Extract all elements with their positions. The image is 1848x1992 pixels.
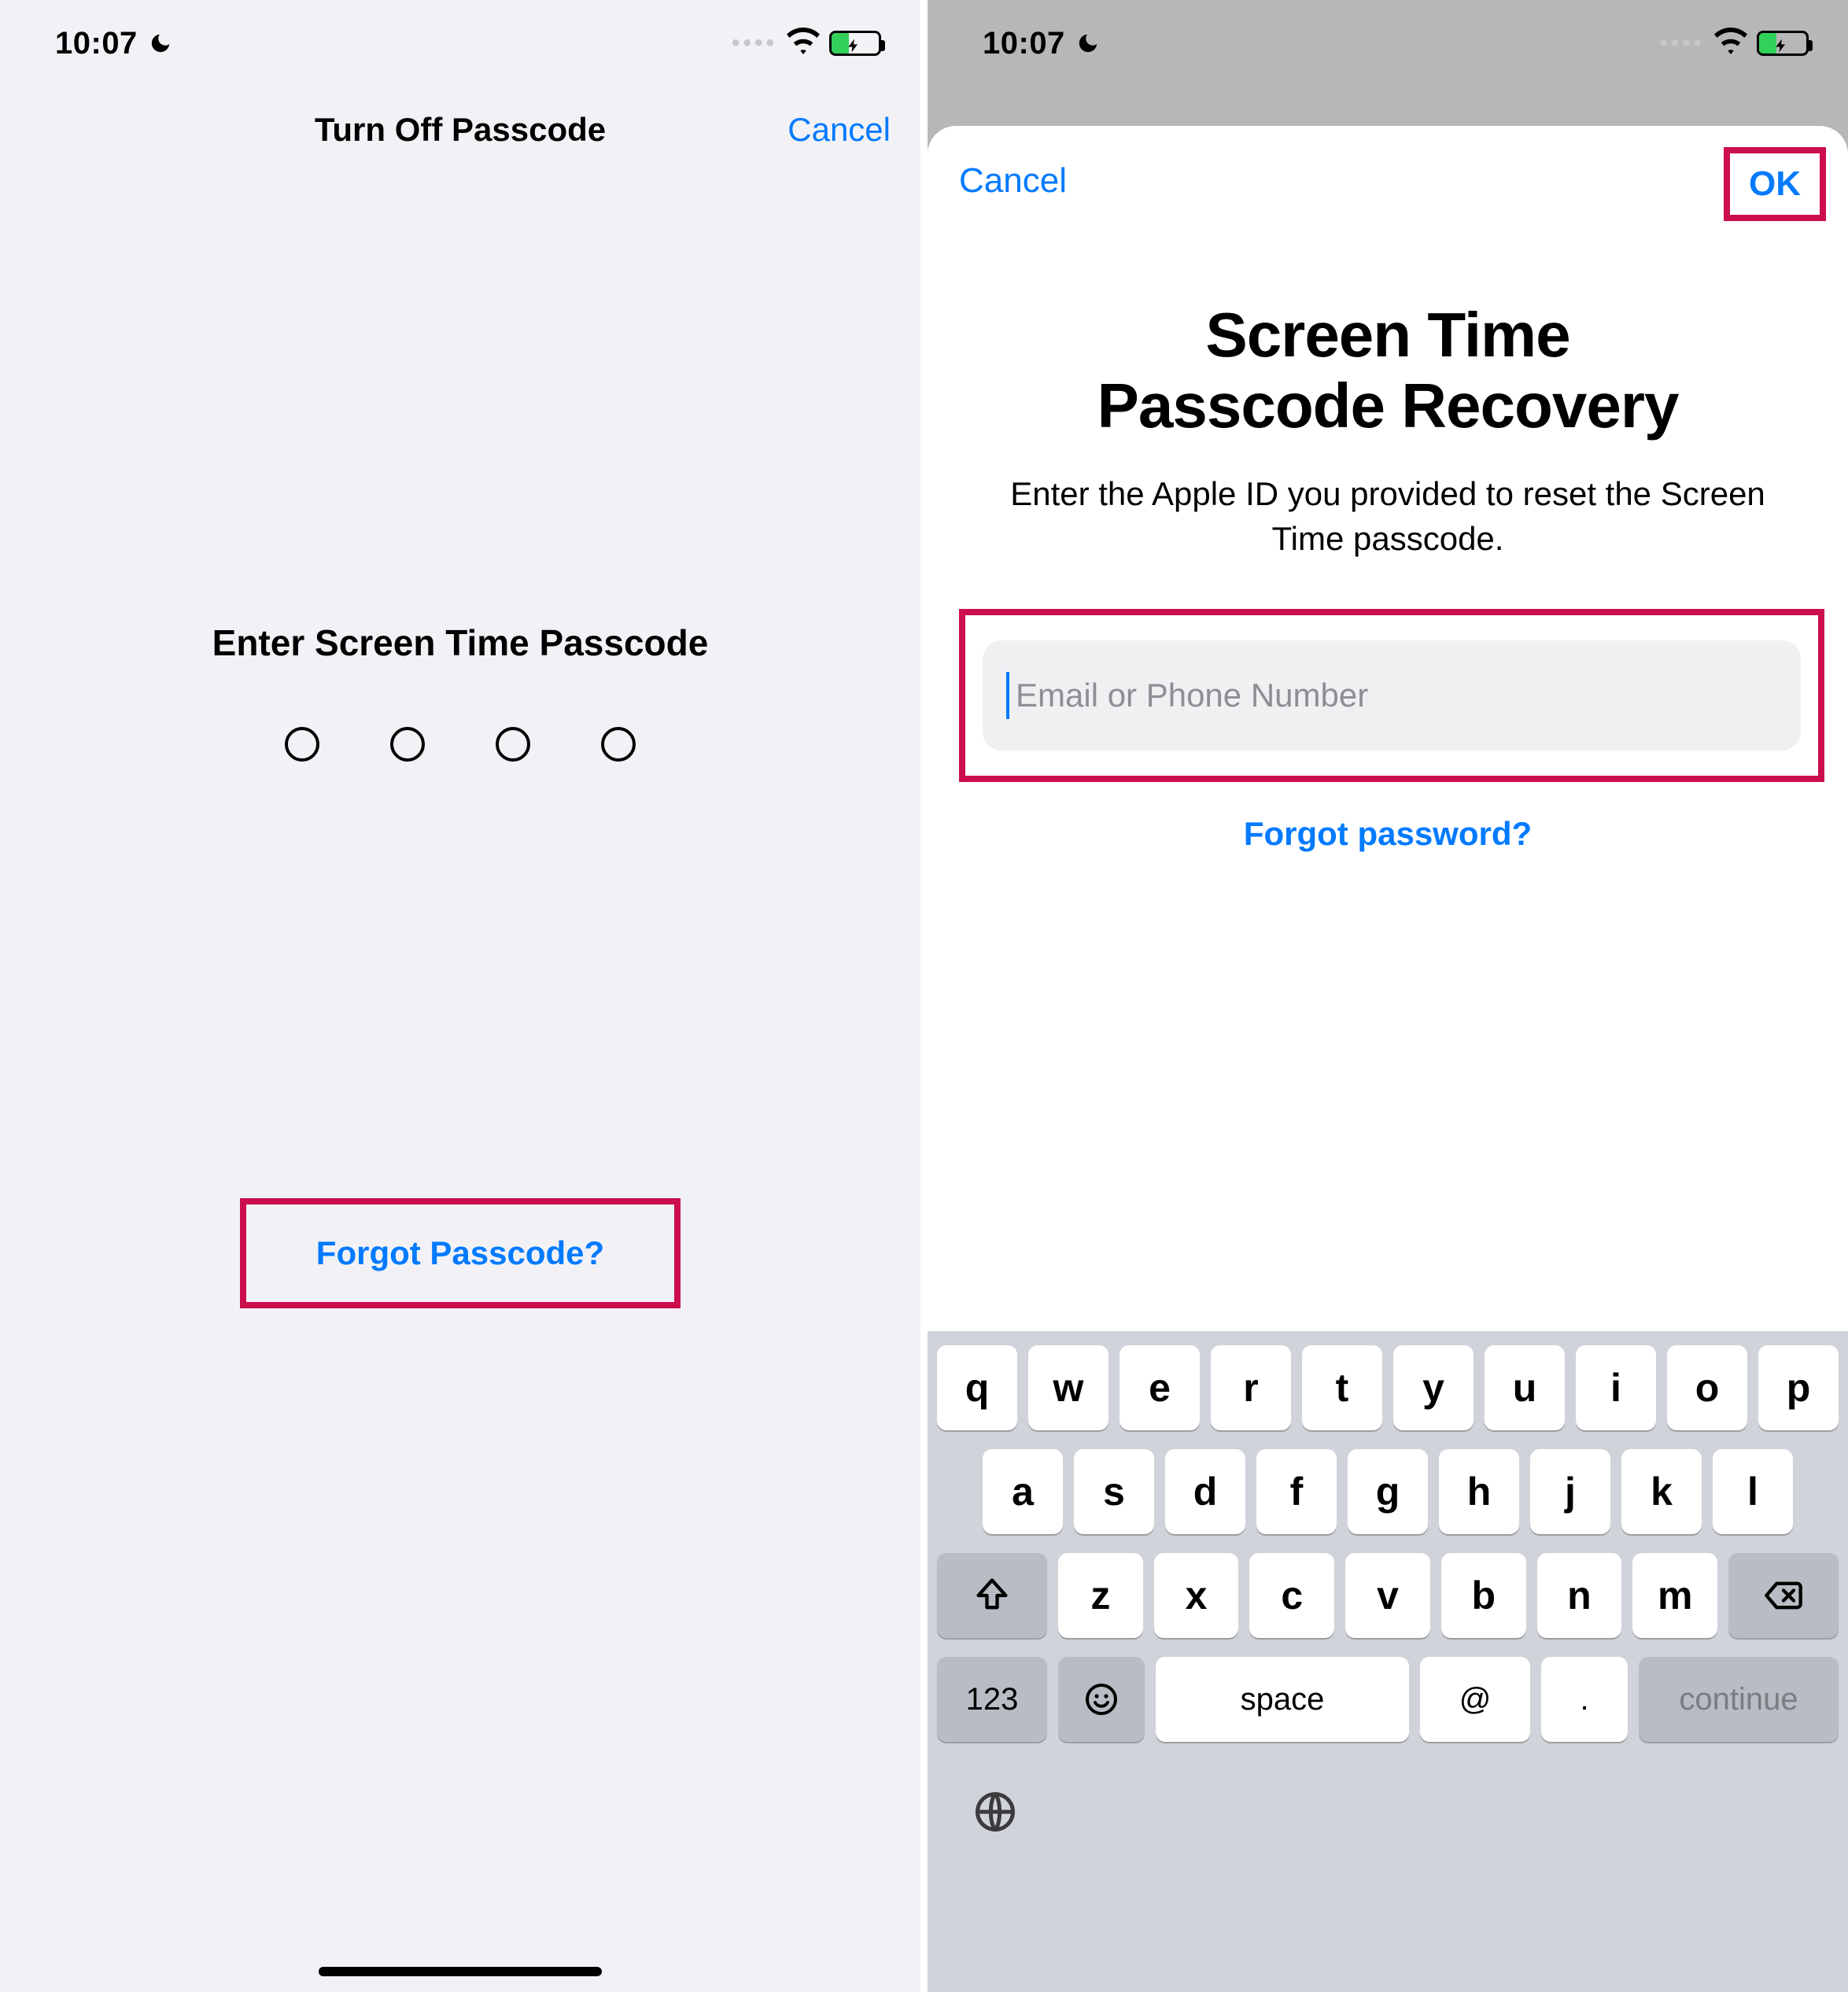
status-time: 10:07	[55, 26, 138, 61]
do-not-disturb-moon-icon	[149, 31, 172, 55]
battery-charging-icon	[1757, 31, 1809, 56]
key-r[interactable]: r	[1211, 1345, 1291, 1430]
passcode-dots[interactable]	[0, 727, 920, 762]
home-indicator[interactable]	[319, 1967, 602, 1976]
backspace-key[interactable]	[1728, 1553, 1839, 1638]
passcode-prompt: Enter Screen Time Passcode	[0, 622, 920, 762]
cell-signal-dots-icon: ••••	[732, 30, 777, 57]
key-d[interactable]: d	[1165, 1449, 1245, 1534]
key-j[interactable]: j	[1530, 1449, 1610, 1534]
emoji-icon	[1083, 1680, 1120, 1718]
key-y[interactable]: y	[1393, 1345, 1474, 1430]
recovery-title-line1: Screen Time	[959, 300, 1817, 371]
apple-id-input[interactable]: Email or Phone Number	[983, 640, 1801, 751]
key-s[interactable]: s	[1074, 1449, 1154, 1534]
annotation-highlight: OK	[1724, 147, 1826, 221]
passcode-dot	[601, 727, 636, 762]
passcode-dot	[390, 727, 425, 762]
annotation-highlight: Email or Phone Number	[959, 609, 1824, 782]
key-o[interactable]: o	[1667, 1345, 1747, 1430]
keyboard: qwertyuiop asdfghjkl zxcvbnm 123 space @…	[928, 1331, 1848, 1992]
backspace-icon	[1763, 1575, 1804, 1616]
status-time: 10:07	[983, 26, 1065, 61]
ok-button[interactable]: OK	[1749, 164, 1801, 204]
key-n[interactable]: n	[1537, 1553, 1622, 1638]
annotation-highlight: Forgot Passcode?	[240, 1198, 681, 1308]
status-left: 10:07	[55, 26, 172, 61]
key-v[interactable]: v	[1345, 1553, 1430, 1638]
key-u[interactable]: u	[1485, 1345, 1565, 1430]
key-q[interactable]: q	[937, 1345, 1017, 1430]
wifi-icon	[1714, 27, 1747, 60]
forgot-password-link[interactable]: Forgot password?	[959, 815, 1817, 853]
keyboard-row-3: zxcvbnm	[937, 1553, 1839, 1638]
key-z[interactable]: z	[1058, 1553, 1143, 1638]
text-caret	[1006, 672, 1009, 719]
key-f[interactable]: f	[1256, 1449, 1337, 1534]
apple-id-placeholder: Email or Phone Number	[1016, 677, 1368, 714]
key-e[interactable]: e	[1119, 1345, 1200, 1430]
key-t[interactable]: t	[1302, 1345, 1382, 1430]
keyboard-bottom-bar	[937, 1761, 1839, 1863]
keyboard-row-4: 123 space @ . continue	[937, 1657, 1839, 1742]
modal-nav: Cancel OK	[959, 161, 1817, 221]
recovery-title: Screen Time Passcode Recovery	[959, 300, 1817, 441]
cancel-button[interactable]: Cancel	[959, 161, 1067, 201]
status-right: ••••	[732, 27, 881, 60]
keyboard-row-1: qwertyuiop	[937, 1345, 1839, 1430]
key-a[interactable]: a	[983, 1449, 1063, 1534]
space-key[interactable]: space	[1156, 1657, 1409, 1742]
nav-title: Turn Off Passcode	[315, 111, 606, 149]
passcode-prompt-label: Enter Screen Time Passcode	[0, 622, 920, 664]
recovery-subtitle: Enter the Apple ID you provided to reset…	[959, 472, 1817, 561]
key-k[interactable]: k	[1621, 1449, 1702, 1534]
key-b[interactable]: b	[1441, 1553, 1526, 1638]
key-c[interactable]: c	[1249, 1553, 1334, 1638]
globe-icon[interactable]	[972, 1788, 1019, 1835]
key-p[interactable]: p	[1758, 1345, 1839, 1430]
status-bar: 10:07 ••••	[0, 0, 920, 87]
at-key[interactable]: @	[1420, 1657, 1530, 1742]
passcode-dot	[496, 727, 530, 762]
numbers-key[interactable]: 123	[937, 1657, 1047, 1742]
key-g[interactable]: g	[1348, 1449, 1428, 1534]
passcode-dot	[285, 727, 319, 762]
status-left: 10:07	[983, 26, 1100, 61]
status-bar: 10:07 ••••	[928, 0, 1848, 87]
recovery-modal: Cancel OK Screen Time Passcode Recovery …	[928, 126, 1848, 1992]
cancel-button[interactable]: Cancel	[788, 111, 891, 149]
keyboard-row-2: asdfghjkl	[937, 1449, 1839, 1534]
key-m[interactable]: m	[1632, 1553, 1717, 1638]
continue-key[interactable]: continue	[1639, 1657, 1839, 1742]
key-l[interactable]: l	[1713, 1449, 1793, 1534]
shift-key[interactable]	[937, 1553, 1047, 1638]
forgot-passcode-link[interactable]: Forgot Passcode?	[316, 1234, 604, 1272]
shift-icon	[972, 1575, 1013, 1616]
key-i[interactable]: i	[1576, 1345, 1656, 1430]
status-right: ••••	[1659, 27, 1809, 60]
recovery-title-line2: Passcode Recovery	[959, 371, 1817, 441]
wifi-icon	[787, 27, 820, 60]
do-not-disturb-moon-icon	[1076, 31, 1100, 55]
battery-charging-icon	[829, 31, 881, 56]
key-w[interactable]: w	[1028, 1345, 1108, 1430]
cell-signal-dots-icon: ••••	[1659, 30, 1705, 57]
key-x[interactable]: x	[1154, 1553, 1239, 1638]
emoji-key[interactable]	[1058, 1657, 1145, 1742]
nav-bar: Turn Off Passcode Cancel	[0, 87, 920, 173]
key-h[interactable]: h	[1439, 1449, 1519, 1534]
screen-left-passcode: 10:07 •••• Turn Off Passcode Cancel Ente…	[0, 0, 920, 1992]
screen-right-recovery: 10:07 •••• Cancel OK Screen Time Passc	[928, 0, 1848, 1992]
period-key[interactable]: .	[1541, 1657, 1628, 1742]
